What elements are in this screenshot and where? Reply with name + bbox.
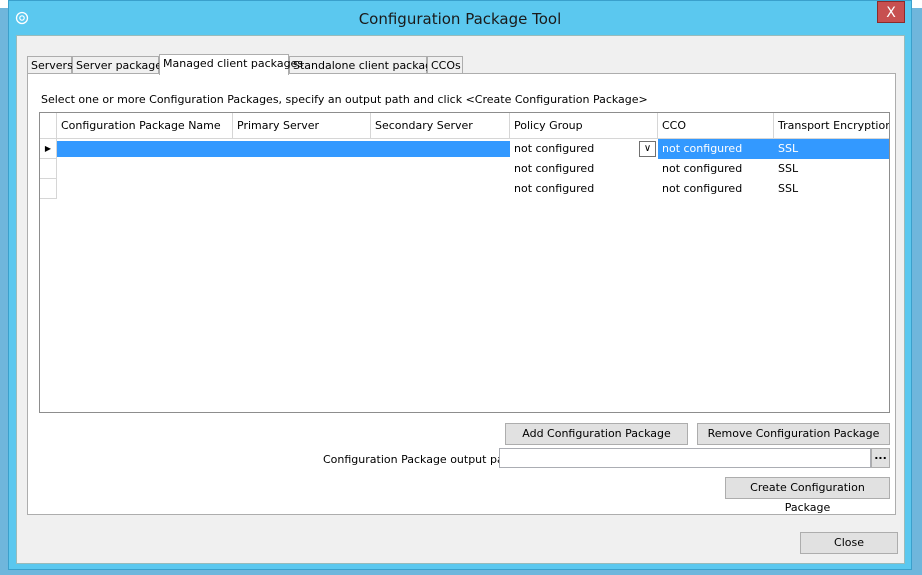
row-3-encryption[interactable]: SSL [774,179,889,199]
column-header-package-name[interactable]: Configuration Package Name [57,113,233,139]
browse-button[interactable]: ... [871,448,890,468]
window-title: Configuration Package Tool [358,10,562,28]
row-1-policy-group-cell[interactable]: not configured [510,139,658,159]
client-area: Servers Server packages Managed client p… [16,35,905,564]
create-configuration-package-button[interactable]: Create Configuration Package [725,477,890,514]
row-header-current[interactable]: ▶ [40,139,57,159]
tab-ccos[interactable]: CCOs [427,56,463,74]
packages-grid[interactable]: Configuration Package Name Primary Serve… [39,112,890,413]
row-header[interactable] [40,179,57,199]
window-close-button[interactable]: X [877,1,905,23]
column-header-secondary-server[interactable]: Secondary Server [371,113,510,139]
tab-server-packages[interactable]: Server packages [72,56,168,74]
row-1-cco[interactable]: not configured [658,139,774,159]
tab-standalone-client-packages[interactable]: Standalone client packages [289,56,445,74]
row-1-name-cell[interactable] [57,141,510,157]
row-header[interactable] [40,159,57,179]
row-3-policy-group[interactable]: not configured [510,179,658,199]
remove-configuration-package-button[interactable]: Remove Configuration Package [697,423,890,445]
output-path-field[interactable] [499,448,871,468]
close-button[interactable]: Close [800,532,898,554]
tab-servers[interactable]: Servers [27,56,73,74]
row-2-policy-group[interactable]: not configured [510,159,658,179]
configuration-package-tool-window: Configuration Package Tool X Servers Ser… [8,0,912,570]
row-2-encryption[interactable]: SSL [774,159,889,179]
column-header-transport-encryption[interactable]: Transport Encryption [774,113,889,139]
tab-managed-client-packages[interactable]: Managed client packages [159,54,303,75]
row-1-policy-group: not configured [514,142,595,155]
add-configuration-package-button[interactable]: Add Configuration Package [505,423,688,445]
column-header-cco[interactable]: CCO [658,113,774,139]
title-bar[interactable]: Configuration Package Tool X [9,1,911,35]
row-2-cco[interactable]: not configured [658,159,774,179]
background-left-edge [0,8,8,575]
column-header-primary-server[interactable]: Primary Server [233,113,371,139]
managed-client-packages-panel: Select one or more Configuration Package… [27,73,896,515]
row-3-cco[interactable]: not configured [658,179,774,199]
output-path-label: Configuration Package output path [323,453,515,466]
column-header-policy-group[interactable]: Policy Group [510,113,658,139]
row-1-encryption[interactable]: SSL [774,139,889,159]
instruction-text: Select one or more Configuration Package… [41,93,648,106]
grid-corner [40,113,57,139]
policy-group-dropdown-chevron-icon[interactable]: ∨ [639,141,656,157]
